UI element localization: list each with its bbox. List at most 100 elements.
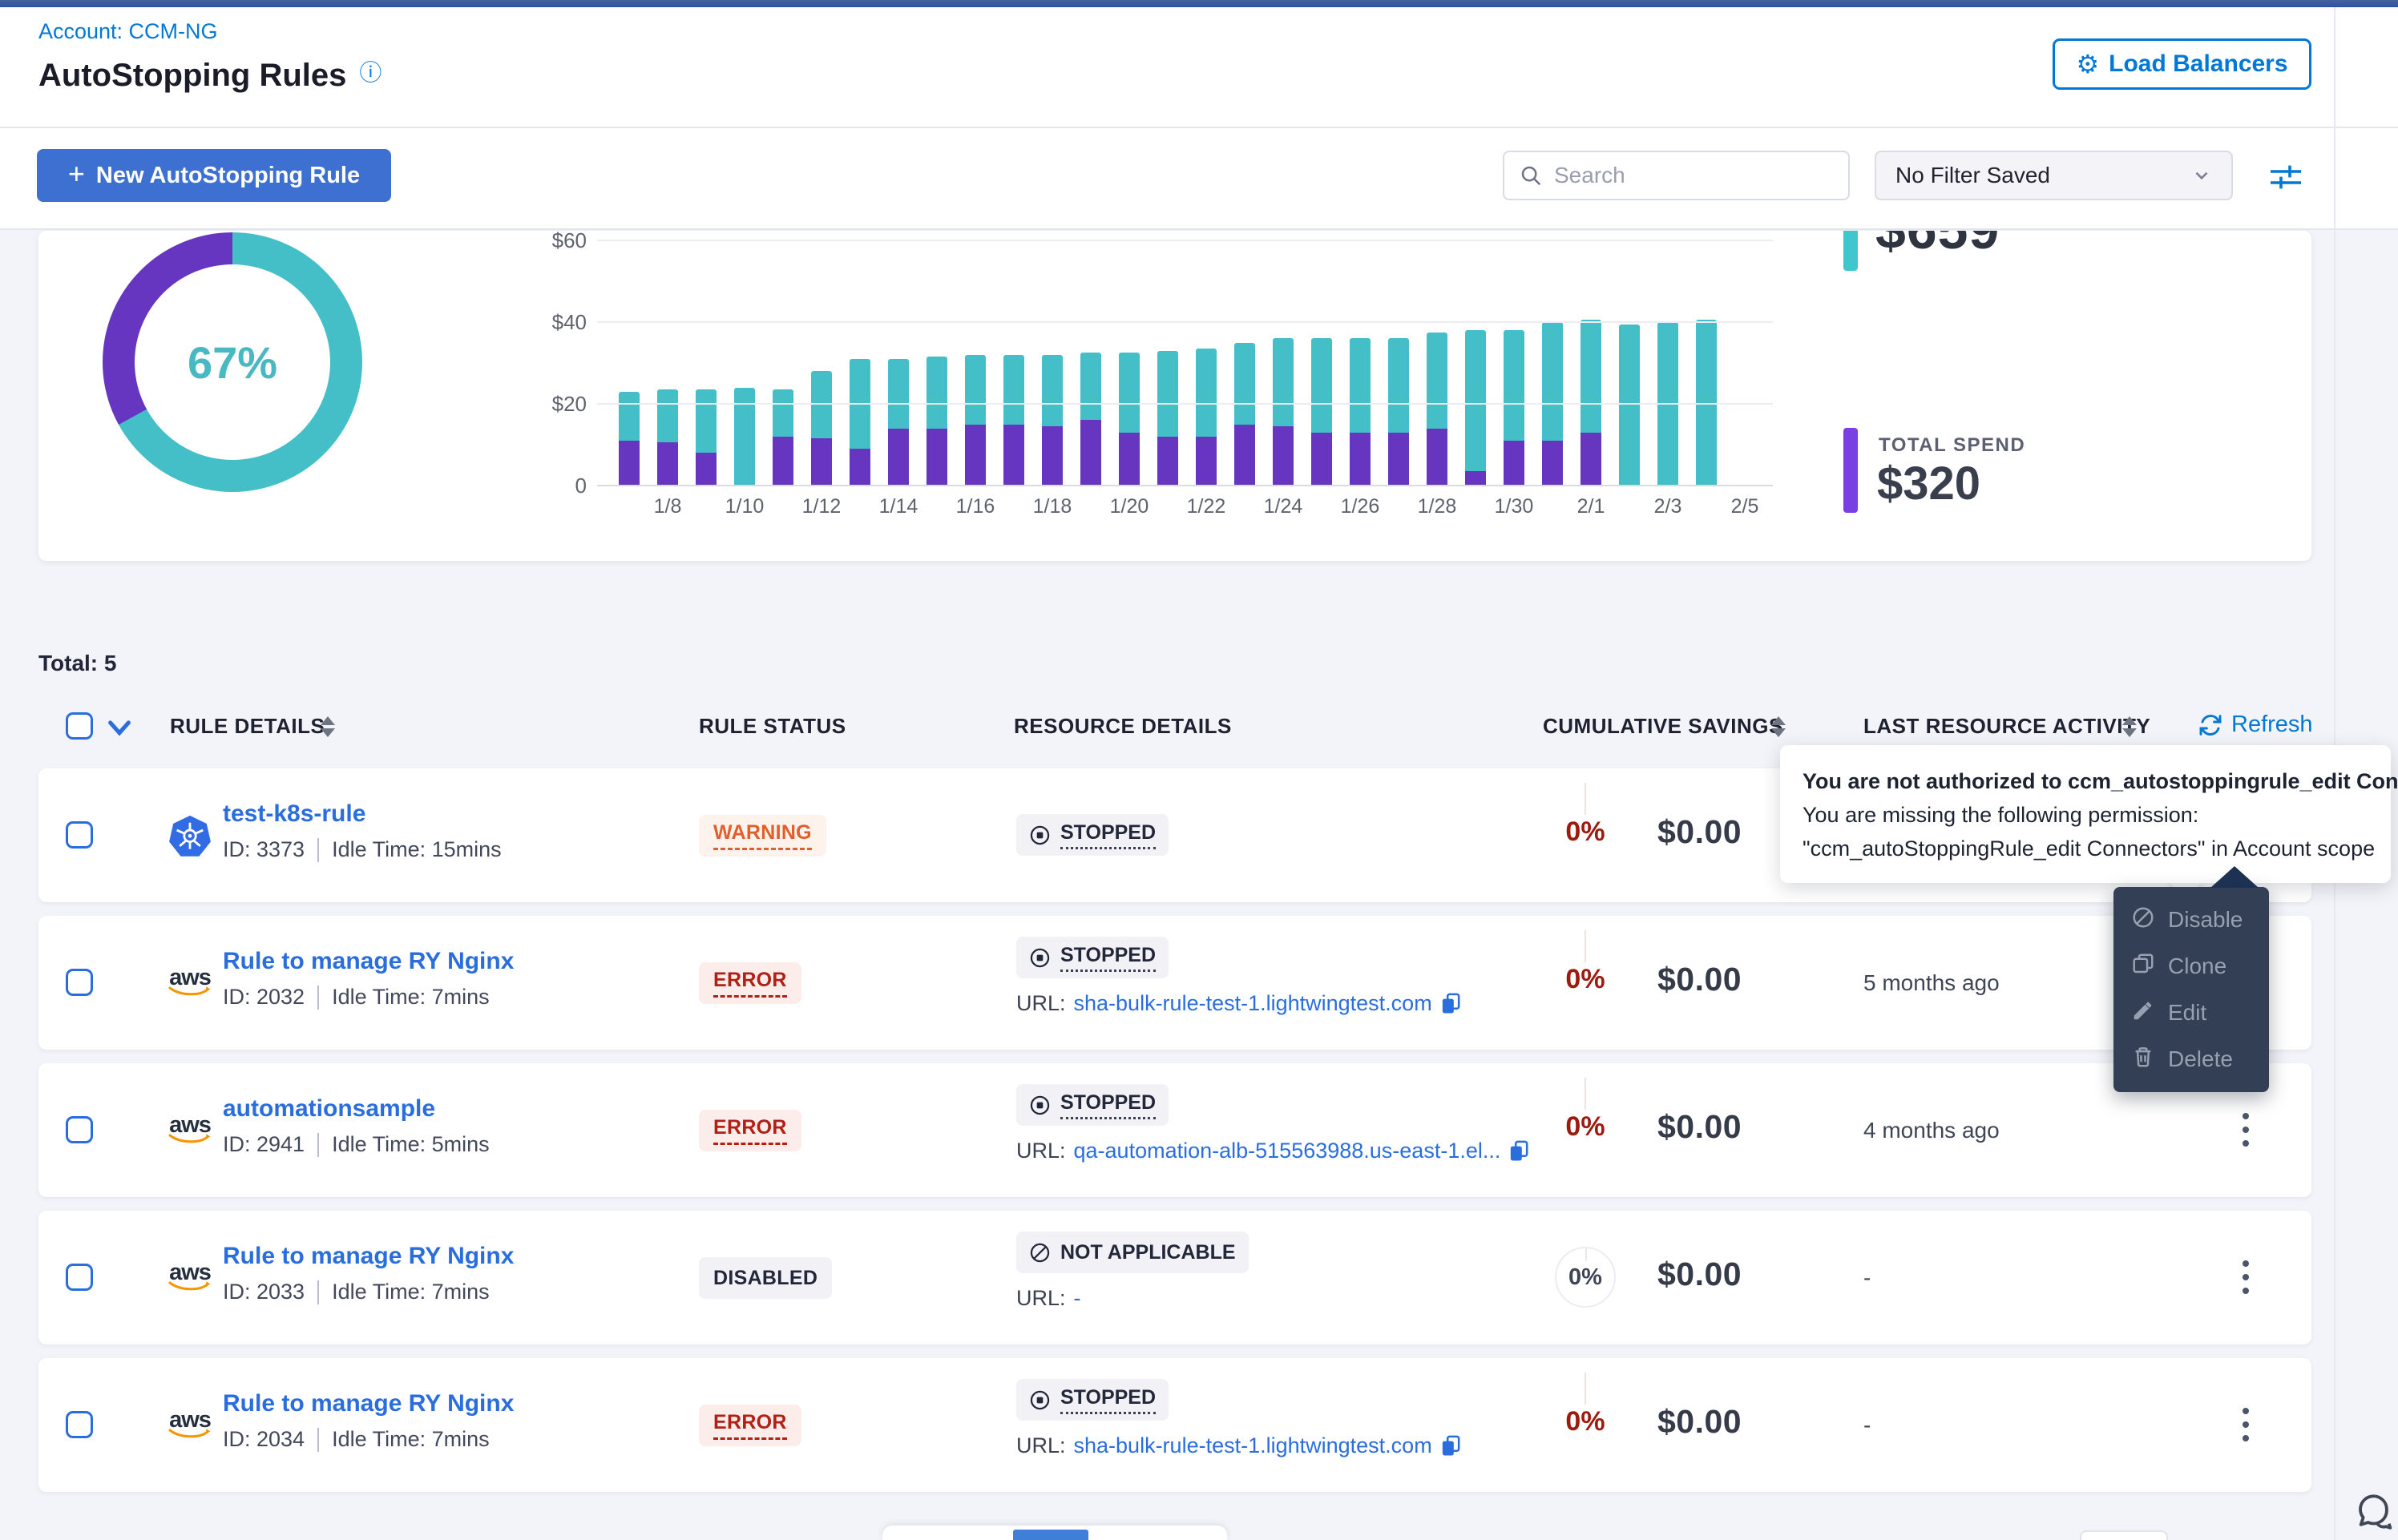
- copy-icon[interactable]: [1508, 1140, 1529, 1163]
- sort-icon[interactable]: [321, 716, 335, 737]
- stacked-bar: [1003, 231, 1024, 486]
- rule-name-link[interactable]: Rule to manage RY Nginx: [223, 1390, 514, 1417]
- x-axis-tick-label: 1/8: [629, 495, 706, 518]
- context-menu-item-edit[interactable]: Edit: [2113, 990, 2269, 1036]
- stacked-bar: [1080, 231, 1101, 486]
- stacked-bar: [1619, 231, 1640, 486]
- resource-state-badge: NOT APPLICABLE: [1016, 1232, 1249, 1273]
- gridline: [597, 321, 1773, 323]
- new-autostopping-rule-button[interactable]: + New AutoStopping Rule: [37, 149, 391, 202]
- total-count-label: Total: 5: [38, 651, 116, 676]
- row-checkbox[interactable]: [66, 821, 93, 849]
- sort-icon[interactable]: [2122, 716, 2137, 737]
- aws-icon: aws: [168, 1264, 212, 1293]
- clone-icon: [2131, 952, 2155, 982]
- resource-state-badge: STOPPED: [1016, 1084, 1169, 1126]
- stacked-bar: [1119, 231, 1140, 486]
- rule-name-link[interactable]: test-k8s-rule: [223, 800, 365, 828]
- aws-icon: aws: [168, 970, 212, 998]
- rule-id-line: ID: 2034Idle Time: 7mins: [223, 1427, 490, 1452]
- select-menu-chevron-icon[interactable]: [106, 718, 133, 743]
- savings-amount: $0.00: [1657, 1108, 1742, 1146]
- gear-icon: ⚙: [2076, 49, 2099, 79]
- search-box: [1503, 151, 1850, 200]
- resource-url-link[interactable]: sha-bulk-rule-test-1.lightwingtest.com: [1074, 991, 1432, 1016]
- x-axis-tick-label: 1/22: [1168, 495, 1245, 518]
- context-menu-item-disable[interactable]: Disable: [2113, 897, 2269, 943]
- row-checkbox[interactable]: [66, 1264, 93, 1291]
- resource-url-link[interactable]: qa-automation-alb-515563988.us-east-1.el…: [1074, 1139, 1501, 1163]
- x-axis-tick-label: 1/20: [1091, 495, 1168, 518]
- filter-sliders-button[interactable]: [2265, 159, 2307, 196]
- resource-state-badge: STOPPED: [1016, 1379, 1169, 1421]
- x-axis-tick-label: 1/16: [937, 495, 1014, 518]
- column-last-resource-activity[interactable]: LAST RESOURCE ACTIVITY: [1863, 714, 2150, 739]
- context-menu-item-delete[interactable]: Delete: [2113, 1036, 2269, 1082]
- refresh-button[interactable]: Refresh: [2198, 712, 2313, 738]
- rule-name-link[interactable]: automationsample: [223, 1095, 435, 1123]
- row-options-kebab-icon[interactable]: [2228, 1398, 2263, 1451]
- rule-name-link[interactable]: Rule to manage RY Nginx: [223, 948, 514, 975]
- savings-amount: $0.00: [1657, 961, 1742, 998]
- resource-url-link[interactable]: -: [1074, 1286, 1081, 1311]
- stacked-bar: [1157, 231, 1178, 486]
- x-axis-tick-label: 1/24: [1245, 495, 1322, 518]
- chat-help-icon[interactable]: [2352, 1490, 2395, 1534]
- table-row: awsRule to manage RY NginxID: 2032Idle T…: [38, 916, 2311, 1050]
- rule-name-link[interactable]: Rule to manage RY Nginx: [223, 1243, 514, 1270]
- last-activity: -: [1863, 1413, 1871, 1438]
- context-menu-item-clone[interactable]: Clone: [2113, 943, 2269, 990]
- total-spend-label: TOTAL SPEND: [1879, 434, 2025, 457]
- stacked-bar: [1427, 231, 1447, 486]
- aws-icon: aws: [168, 1117, 212, 1146]
- copy-icon[interactable]: [1440, 993, 1461, 1015]
- total-spend-swatch: [1843, 428, 1858, 513]
- last-activity: 5 months ago: [1863, 970, 2000, 996]
- row-options-kebab-icon[interactable]: [2228, 1251, 2263, 1304]
- sort-icon[interactable]: [1771, 716, 1786, 737]
- stacked-bar: [1196, 231, 1217, 486]
- row-checkbox[interactable]: [66, 969, 93, 996]
- savings-donut-chart: 67%: [103, 232, 362, 492]
- rule-id-line: ID: 2941Idle Time: 5mins: [223, 1132, 490, 1157]
- resource-url-line: URL: -: [1016, 1286, 1081, 1311]
- bottom-cutoff-button[interactable]: [2080, 1530, 2168, 1540]
- load-balancers-button[interactable]: ⚙ Load Balancers: [2053, 38, 2311, 90]
- not-applicable-icon: [1029, 1242, 1051, 1264]
- kubernetes-icon: [168, 814, 212, 859]
- stacked-bar: [1657, 231, 1678, 486]
- copy-icon[interactable]: [1440, 1435, 1461, 1457]
- table-row: aws automationsample ID: 2941Idle Time: 5m…: [38, 1063, 2311, 1197]
- row-checkbox[interactable]: [66, 1411, 93, 1438]
- pagination-bar[interactable]: [882, 1526, 1227, 1540]
- delete-icon: [2131, 1045, 2155, 1074]
- stacked-bar: [1311, 231, 1332, 486]
- stacked-bar: [1388, 231, 1409, 486]
- account-breadcrumb[interactable]: Account: CCM-NG: [38, 19, 218, 44]
- savings-percent: 0%: [1505, 1111, 1665, 1143]
- rule-id-line: ID: 3373Idle Time: 15mins: [223, 837, 502, 862]
- tooltip-line: You are missing the following permission…: [1803, 798, 2368, 832]
- row-options-kebab-icon[interactable]: [2228, 1103, 2263, 1156]
- y-axis-tick-label: $40: [503, 310, 587, 335]
- active-page-button[interactable]: [1013, 1530, 1088, 1540]
- row-checkbox[interactable]: [66, 1116, 93, 1143]
- column-cumulative-savings[interactable]: CUMULATIVE SAVINGS: [1543, 714, 1783, 739]
- stacked-bar: [850, 231, 870, 486]
- rule-status-badge: DISABLED: [699, 1257, 832, 1299]
- savings-amount: $0.00: [1657, 1403, 1742, 1441]
- stacked-bar: [1542, 231, 1563, 486]
- info-icon[interactable]: ⓘ: [359, 55, 382, 87]
- stacked-bar: [657, 231, 678, 486]
- table-row: awsRule to manage RY NginxID: 2033Idle T…: [38, 1211, 2311, 1344]
- column-rule-status: RULE STATUS: [699, 714, 846, 739]
- column-rule-details[interactable]: RULE DETAILS: [170, 714, 325, 739]
- search-input[interactable]: [1552, 162, 1820, 189]
- select-all-checkbox[interactable]: [66, 712, 93, 740]
- saved-filter-select[interactable]: No Filter Saved: [1875, 151, 2233, 200]
- savings-percent: 0%: [1505, 816, 1665, 848]
- x-axis-tick-label: 1/18: [1014, 495, 1091, 518]
- stopped-icon: [1029, 824, 1051, 846]
- resource-url-link[interactable]: sha-bulk-rule-test-1.lightwingtest.com: [1074, 1433, 1432, 1458]
- resource-url-line: URL: qa-automation-alb-515563988.us-east…: [1016, 1139, 1529, 1163]
